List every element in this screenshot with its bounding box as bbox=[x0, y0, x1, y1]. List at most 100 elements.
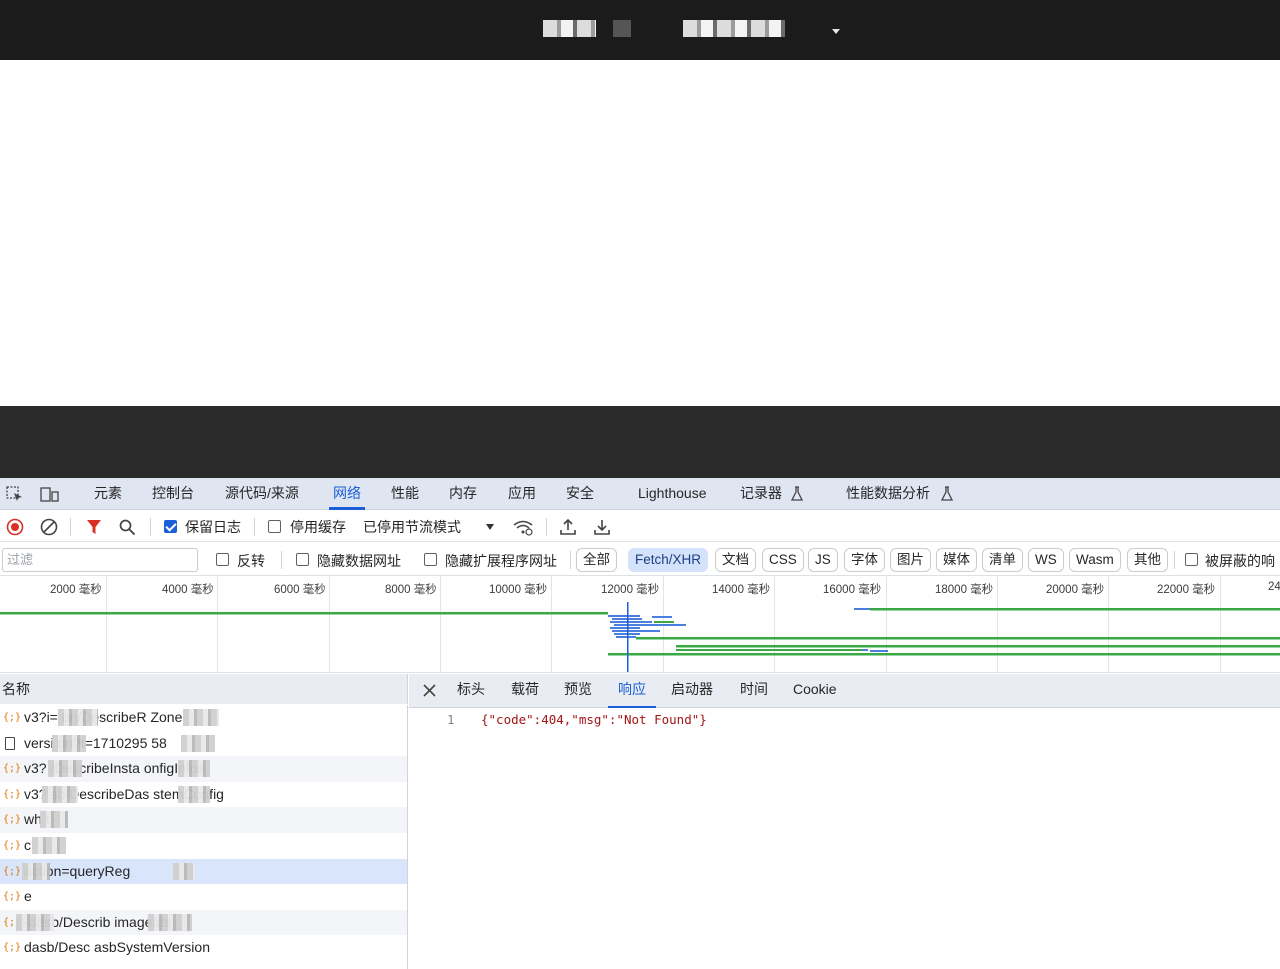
type-filter-css[interactable]: CSS bbox=[762, 548, 804, 572]
tab-security[interactable]: 安全 bbox=[566, 478, 594, 510]
tab-lighthouse[interactable]: Lighthouse bbox=[638, 478, 707, 510]
response-viewer[interactable]: 1 {"code":404,"msg":"Not Found"} bbox=[409, 708, 1280, 969]
invert-label: 反转 bbox=[237, 553, 265, 569]
hide-extension-urls-checkbox[interactable] bbox=[424, 553, 437, 566]
tab-performance[interactable]: 性能 bbox=[391, 478, 419, 510]
xhr-icon: {;} bbox=[3, 763, 22, 775]
type-filter-other[interactable]: 其他 bbox=[1127, 548, 1168, 572]
line-number: 1 bbox=[447, 712, 455, 727]
redaction bbox=[178, 785, 210, 803]
request-row[interactable]: {;} -dasb/Describ imageIds bbox=[0, 909, 407, 936]
inspect-element-icon[interactable] bbox=[6, 486, 24, 502]
hide-extension-urls-label: 隐藏扩展程序网址 bbox=[445, 553, 557, 569]
response-body[interactable]: {"code":404,"msg":"Not Found"} bbox=[481, 712, 707, 727]
request-row[interactable]: versi on?t=1710295 58 bbox=[0, 731, 407, 757]
preserve-log-checkbox[interactable] bbox=[164, 520, 177, 533]
disable-cache-label: 停用缓存 bbox=[290, 519, 346, 535]
tab-payload[interactable]: 载荷 bbox=[511, 674, 539, 708]
experiment-flask-icon bbox=[790, 486, 804, 501]
network-conditions-icon[interactable] bbox=[512, 519, 534, 536]
xhr-icon: {;} bbox=[3, 891, 22, 903]
type-filter-js[interactable]: JS bbox=[808, 548, 838, 572]
record-stop-icon[interactable] bbox=[6, 518, 24, 536]
request-row-selected[interactable]: {;} action=queryReg bbox=[0, 858, 407, 885]
upload-icon[interactable] bbox=[559, 518, 577, 536]
invert-checkbox[interactable] bbox=[216, 553, 229, 566]
request-row[interactable]: {;} e bbox=[0, 884, 407, 910]
request-row[interactable]: {;} v3?i= on/DescribeR Zone bbox=[0, 705, 407, 731]
xhr-icon: {;} bbox=[3, 788, 22, 800]
tab-console[interactable]: 控制台 bbox=[152, 478, 194, 510]
type-filter-all[interactable]: 全部 bbox=[576, 548, 617, 572]
chevron-down-icon[interactable] bbox=[486, 524, 494, 530]
tab-preview[interactable]: 预览 bbox=[564, 674, 592, 708]
name-column-header[interactable]: 名称 bbox=[0, 674, 408, 704]
redaction bbox=[181, 734, 215, 752]
devtools-panel: 元素 控制台 源代码/来源 网络 性能 内存 应用 安全 Lighthouse … bbox=[0, 478, 1280, 969]
blocked-responses-label: 被屏蔽的响 bbox=[1205, 553, 1275, 569]
network-toolbar: 保留日志 停用缓存 已停用节流模式 bbox=[0, 510, 1280, 542]
page-viewport bbox=[0, 60, 1280, 407]
tab-recorder[interactable]: 记录器 bbox=[740, 478, 782, 510]
tab-performance-insights[interactable]: 性能数据分析 bbox=[846, 478, 930, 510]
request-list: {;} v3?i= on/DescribeR Zone versi on?t=1… bbox=[0, 705, 408, 969]
hide-data-urls-label: 隐藏数据网址 bbox=[317, 553, 401, 569]
request-row[interactable]: {;} wh t bbox=[0, 807, 407, 833]
blocked-responses-checkbox[interactable] bbox=[1185, 553, 1198, 566]
preserve-log-label: 保留日志 bbox=[185, 519, 241, 535]
tab-memory[interactable]: 内存 bbox=[449, 478, 477, 510]
request-row[interactable]: {;} c bbox=[0, 833, 407, 859]
document-icon bbox=[5, 736, 15, 750]
request-name: e bbox=[24, 888, 32, 905]
tab-cookies[interactable]: Cookie bbox=[793, 674, 837, 708]
redaction bbox=[173, 862, 195, 880]
type-filter-ws[interactable]: WS bbox=[1028, 548, 1064, 572]
request-name: versi on?t=1710295 58 bbox=[24, 734, 167, 751]
separator bbox=[150, 518, 151, 536]
request-row[interactable]: {;} v3? /DescribeInsta onfigInfos bbox=[0, 756, 407, 782]
separator bbox=[70, 518, 71, 536]
clear-icon[interactable] bbox=[40, 518, 58, 536]
type-filter-fetch-xhr[interactable]: Fetch/XHR bbox=[628, 548, 709, 572]
type-filter-doc[interactable]: 文档 bbox=[715, 548, 756, 572]
tab-timing[interactable]: 时间 bbox=[740, 674, 768, 708]
redacted-title-part bbox=[543, 20, 596, 37]
separator bbox=[570, 551, 571, 569]
request-row[interactable]: {;} dasb/Desc asbSystemVersion bbox=[0, 935, 407, 961]
redaction bbox=[48, 760, 82, 778]
disable-cache-checkbox[interactable] bbox=[268, 520, 281, 533]
redacted-title-part bbox=[683, 20, 785, 37]
filter-icon[interactable] bbox=[86, 519, 102, 535]
separator bbox=[254, 518, 255, 536]
filter-input[interactable]: 过滤 bbox=[2, 548, 198, 572]
timeline-waterfall-bars bbox=[0, 602, 1280, 672]
hide-data-urls-checkbox[interactable] bbox=[296, 553, 309, 566]
type-filter-manifest[interactable]: 清单 bbox=[982, 548, 1023, 572]
download-icon[interactable] bbox=[593, 518, 611, 536]
request-name: dasb/Desc asbSystemVersion bbox=[24, 939, 210, 956]
redaction bbox=[22, 862, 50, 880]
tab-sources[interactable]: 源代码/来源 bbox=[225, 478, 299, 510]
tab-headers[interactable]: 标头 bbox=[457, 674, 485, 708]
type-filter-wasm[interactable]: Wasm bbox=[1069, 548, 1121, 572]
experiment-flask-icon bbox=[940, 486, 954, 501]
redaction bbox=[58, 709, 98, 726]
tab-response[interactable]: 响应 bbox=[608, 674, 656, 708]
close-icon[interactable] bbox=[423, 684, 436, 697]
tab-elements[interactable]: 元素 bbox=[94, 478, 122, 510]
type-filter-media[interactable]: 媒体 bbox=[936, 548, 977, 572]
tab-network[interactable]: 网络 bbox=[329, 478, 365, 510]
throttling-select[interactable]: 已停用节流模式 bbox=[363, 517, 461, 537]
type-filter-font[interactable]: 字体 bbox=[844, 548, 885, 572]
type-filter-img[interactable]: 图片 bbox=[890, 548, 931, 572]
xhr-icon: {;} bbox=[3, 942, 22, 954]
device-toolbar-icon[interactable] bbox=[40, 486, 60, 502]
browser-title-bar bbox=[0, 0, 1280, 60]
tab-initiator[interactable]: 启动器 bbox=[671, 674, 713, 708]
tab-application[interactable]: 应用 bbox=[508, 478, 536, 510]
redaction bbox=[42, 785, 78, 803]
request-row[interactable]: {;} v3? sb/DescribeDas stemConfig bbox=[0, 782, 407, 808]
chevron-down-icon[interactable] bbox=[832, 29, 840, 34]
search-icon[interactable] bbox=[119, 519, 136, 536]
network-overview-timeline[interactable]: 2000 毫秒 4000 毫秒 6000 毫秒 8000 毫秒 10000 毫秒… bbox=[0, 576, 1280, 673]
